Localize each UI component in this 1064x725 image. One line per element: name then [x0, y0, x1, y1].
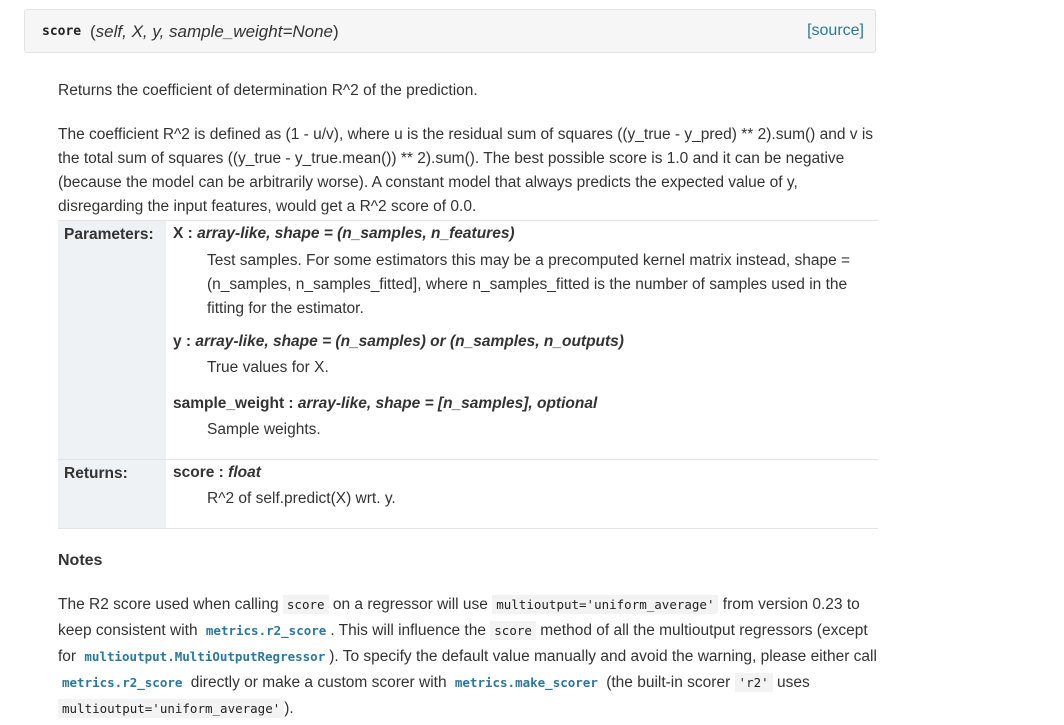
method-signature: score (self, X, y, sample_weight=None) [… — [24, 9, 876, 53]
return-desc: R^2 of self.predict(X) wrt. y. — [207, 490, 396, 507]
inline-code: score — [282, 595, 329, 614]
return-type: float — [228, 464, 261, 481]
param-name: y — [173, 333, 182, 350]
param-desc: Sample weights. — [207, 421, 321, 438]
inline-code: multioutput='uniform_average' — [492, 595, 719, 614]
inline-code: score — [490, 621, 536, 640]
description-text: The coefficient R^2 is defined as (1 - u… — [58, 126, 874, 215]
return-name: score — [173, 464, 215, 481]
returns-row: Returns: score : float R^2 of self.predi… — [58, 460, 878, 529]
param-sample-weight: sample_weight : array-like, shape = [n_s… — [173, 392, 878, 442]
param-desc: Test samples. For some estimators this m… — [207, 252, 851, 317]
notes-heading: Notes — [58, 552, 103, 569]
param-type: array-like, shape = (n_samples) or (n_sa… — [195, 333, 624, 350]
method-params: (self, X, y, sample_weight=None) — [90, 22, 339, 41]
returns-label: Returns: — [58, 460, 166, 528]
param-name: sample_weight — [173, 395, 285, 412]
param-type: array-like, shape = (n_samples, n_featur… — [197, 225, 515, 242]
param-type: array-like, shape = [n_samples], optiona… — [297, 395, 598, 412]
method-name: score — [42, 24, 82, 39]
multioutput-regressor-link[interactable]: multioutput.MultiOutputRegressor — [80, 647, 329, 666]
summary-text: Returns the coefficient of determination… — [58, 82, 478, 99]
field-list: Parameters: X : array-like, shape = (n_s… — [58, 220, 878, 529]
parameters-label: Parameters: — [58, 221, 166, 459]
param-x: X : array-like, shape = (n_samples, n_fe… — [173, 221, 878, 321]
r2-score-link[interactable]: metrics.r2_score — [58, 673, 186, 692]
make-scorer-link[interactable]: metrics.make_scorer — [451, 673, 602, 692]
param-name: X — [173, 225, 184, 242]
inline-code: multioutput='uniform_average' — [58, 699, 285, 718]
returns-body: score : float R^2 of self.predict(X) wrt… — [173, 460, 878, 511]
param-y: y : array-like, shape = (n_samples) or (… — [173, 330, 878, 380]
parameters-row: Parameters: X : array-like, shape = (n_s… — [58, 221, 878, 460]
r2-score-link[interactable]: metrics.r2_score — [202, 621, 330, 640]
parameters-body: X : array-like, shape = (n_samples, n_fe… — [173, 221, 878, 442]
inline-code: 'r2' — [734, 673, 773, 692]
param-desc: True values for X. — [207, 359, 329, 376]
source-link[interactable]: [source] — [807, 22, 864, 40]
notes-text: The R2 score used when calling score on … — [58, 595, 877, 718]
